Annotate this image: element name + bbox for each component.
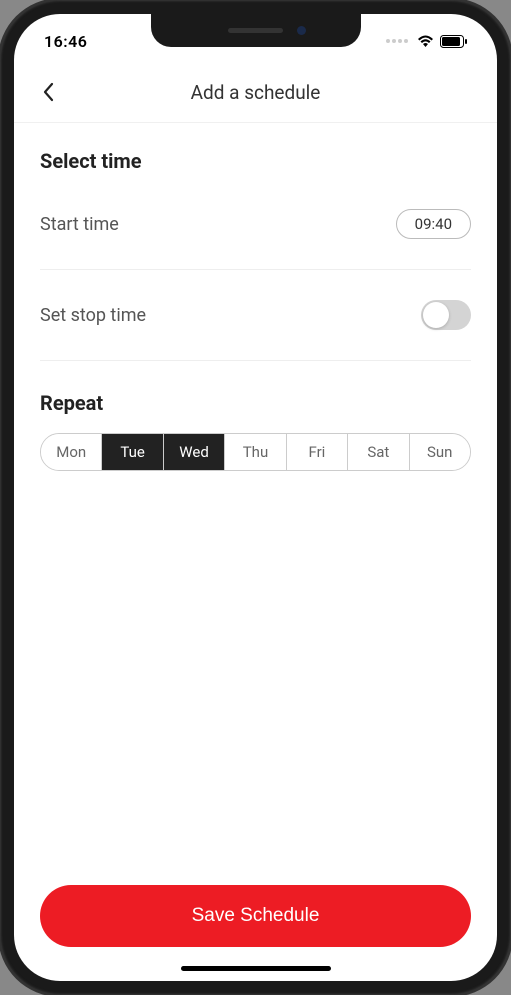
status-time: 16:46 xyxy=(44,32,87,51)
save-schedule-button[interactable]: Save Schedule xyxy=(40,885,471,947)
phone-frame: 16:46 Add a schedule Select time Start t… xyxy=(0,0,511,995)
day-sun[interactable]: Sun xyxy=(410,434,470,470)
battery-icon xyxy=(440,35,467,48)
signal-dots-icon xyxy=(386,39,408,43)
toggle-knob xyxy=(423,302,449,328)
content: Select time Start time 09:40 Set stop ti… xyxy=(14,123,497,885)
day-selector: Mon Tue Wed Thu Fri Sat Sun xyxy=(40,433,471,471)
home-indicator[interactable] xyxy=(181,966,331,971)
notch xyxy=(151,14,361,47)
select-time-heading: Select time xyxy=(40,149,471,173)
start-time-row: Start time 09:40 xyxy=(40,179,471,270)
screen: 16:46 Add a schedule Select time Start t… xyxy=(14,14,497,981)
stop-time-toggle[interactable] xyxy=(421,300,471,330)
stop-time-label: Set stop time xyxy=(40,305,146,326)
day-mon[interactable]: Mon xyxy=(41,434,102,470)
start-time-value[interactable]: 09:40 xyxy=(396,209,471,239)
page-title: Add a schedule xyxy=(14,81,497,104)
day-sat[interactable]: Sat xyxy=(348,434,409,470)
day-tue[interactable]: Tue xyxy=(102,434,163,470)
status-indicators xyxy=(386,35,467,48)
chevron-left-icon xyxy=(42,82,54,102)
nav-header: Add a schedule xyxy=(14,60,497,123)
stop-time-row: Set stop time xyxy=(40,270,471,361)
day-thu[interactable]: Thu xyxy=(225,434,286,470)
day-wed[interactable]: Wed xyxy=(164,434,225,470)
day-fri[interactable]: Fri xyxy=(287,434,348,470)
wifi-icon xyxy=(417,35,434,48)
start-time-label: Start time xyxy=(40,214,119,235)
back-button[interactable] xyxy=(34,78,62,106)
repeat-heading: Repeat xyxy=(40,391,471,415)
